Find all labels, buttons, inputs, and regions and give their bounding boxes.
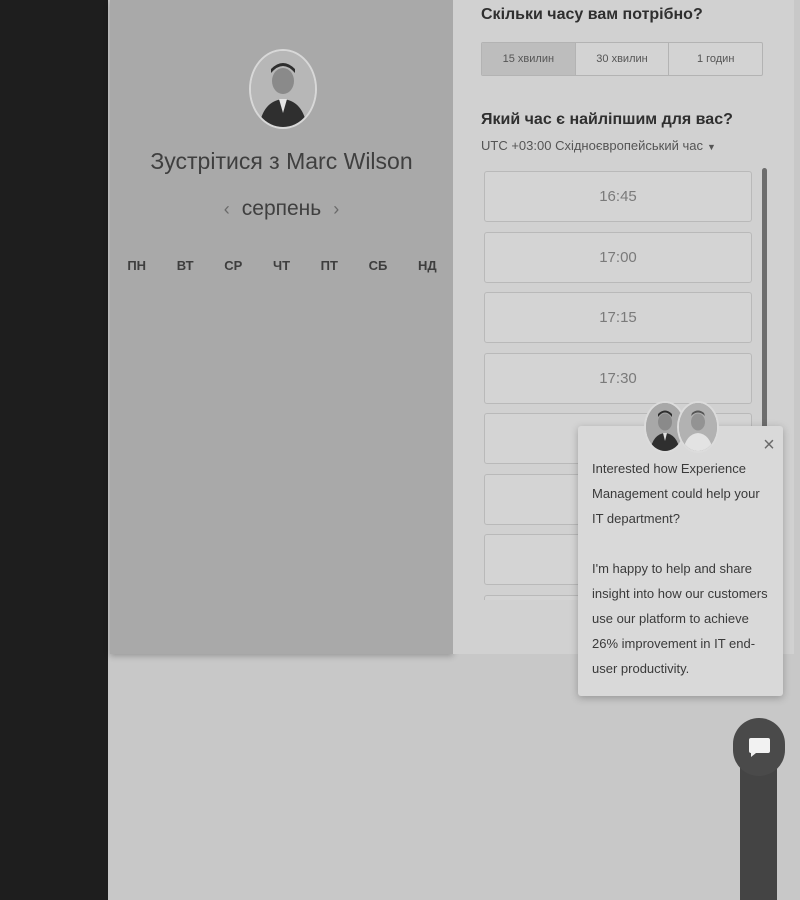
chat-launcher-button[interactable] <box>733 718 785 776</box>
weekday-tue: ВТ <box>176 258 194 273</box>
month-navigation: ‹ серпень › <box>110 197 453 221</box>
time-slot[interactable]: 17:15 <box>484 292 752 343</box>
next-month-icon[interactable]: › <box>333 199 339 220</box>
weekday-thu: ЧТ <box>272 258 291 273</box>
caret-down-icon: ▼ <box>706 142 716 152</box>
meeting-title: Зустрітися з Marc Wilson <box>150 148 413 174</box>
duration-question: Скільки часу вам потрібно? <box>481 6 703 23</box>
weekday-header: ПН ВТ СР ЧТ ПТ СБ НД <box>112 258 452 273</box>
duration-option-15[interactable]: 15 хвилин <box>482 43 576 75</box>
prev-month-icon[interactable]: ‹ <box>224 199 230 220</box>
weekday-mon: ПН <box>127 258 147 273</box>
weekday-wed: СР <box>224 258 243 273</box>
time-question: Який час є найліпшим для вас? <box>481 111 733 128</box>
duration-selector: 15 хвилин 30 хвилин 1 годин <box>481 42 763 76</box>
agent-avatar-2 <box>677 401 719 453</box>
duration-option-30[interactable]: 30 хвилин <box>576 43 670 75</box>
chat-bubble-icon <box>749 738 770 757</box>
weekday-fri: ПТ <box>320 258 338 273</box>
duration-option-60[interactable]: 1 годин <box>669 43 762 75</box>
time-slot[interactable]: 17:30 <box>484 353 752 404</box>
popup-paragraph-1: Interested how Experience Management cou… <box>592 461 760 526</box>
dark-side-panel <box>0 0 108 900</box>
time-slot[interactable]: 16:45 <box>484 171 752 222</box>
close-icon[interactable]: × <box>760 435 778 455</box>
timezone-label: UTC +03:00 Східноєвропейський час <box>481 138 703 153</box>
popup-paragraph-2: I'm happy to help and share insight into… <box>592 561 768 676</box>
time-slot[interactable]: 17:00 <box>484 232 752 283</box>
timezone-selector[interactable]: UTC +03:00 Східноєвропейський час ▼ <box>481 138 716 153</box>
chat-popup-message: Interested how Experience Management cou… <box>592 456 774 681</box>
chat-launcher-base <box>740 760 777 900</box>
month-label: серпень <box>241 197 322 220</box>
weekday-sat: СБ <box>368 258 388 273</box>
weekday-sun: НД <box>418 258 437 273</box>
host-avatar <box>249 49 317 129</box>
